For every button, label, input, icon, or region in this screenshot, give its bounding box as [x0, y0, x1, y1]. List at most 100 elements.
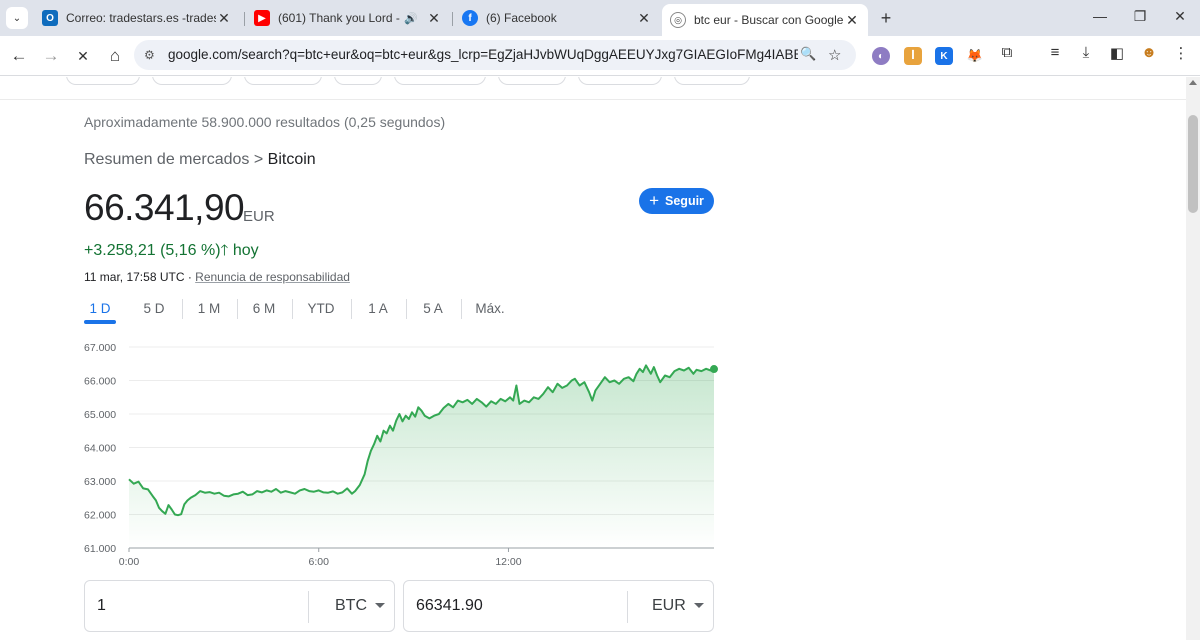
address-bar[interactable]: ⚙ google.com/search?q=btc+eur&oq=btc+eur…	[134, 40, 856, 70]
filter-chip[interactable]	[244, 77, 322, 85]
y-tick-label: 65.000	[84, 409, 116, 421]
quote-timestamp: 11 mar, 17:58 UTC · Renuncia de responsa…	[84, 270, 350, 284]
filter-chip[interactable]	[498, 77, 566, 85]
price-chart[interactable]: 67.000 66.000 65.000 64.000 63.000 62.000 61.0…	[80, 335, 720, 571]
change-value: +3.258,21 (5,16 %)	[84, 242, 221, 259]
close-tab-icon[interactable]: ✕	[636, 10, 652, 27]
filter-chip[interactable]	[334, 77, 382, 85]
minimize-button[interactable]: —	[1090, 8, 1110, 24]
page-content: Aproximadamente 58.900.000 resultados (0…	[0, 77, 1186, 640]
converter-divider	[308, 591, 309, 623]
y-tick-label: 67.000	[84, 342, 116, 354]
filter-chip[interactable]	[66, 77, 140, 85]
from-currency-select[interactable]: BTC	[335, 597, 367, 615]
download-icon[interactable]: ⤓	[1077, 44, 1095, 61]
minimize-icon: —	[1093, 8, 1107, 24]
range-1m[interactable]: 1 M	[193, 301, 225, 316]
caret-down-icon[interactable]	[694, 603, 704, 608]
forward-button[interactable]: →	[40, 45, 62, 67]
filter-chip[interactable]	[674, 77, 750, 85]
close-window-button[interactable]: ✕	[1170, 8, 1190, 25]
follow-button[interactable]: + Seguir	[639, 188, 714, 214]
range-5d[interactable]: 5 D	[138, 301, 170, 316]
y-tick-label: 61.000	[84, 543, 116, 555]
y-tick-label: 62.000	[84, 510, 116, 522]
range-divider	[351, 299, 352, 319]
converter-divider	[627, 591, 628, 623]
close-icon: ✕	[1174, 8, 1186, 24]
close-tab-icon[interactable]: ✕	[216, 10, 232, 27]
y-tick-label: 63.000	[84, 476, 116, 488]
filter-chip[interactable]	[578, 77, 662, 85]
zoom-icon[interactable]: 🔍	[800, 46, 816, 62]
scroll-up-icon[interactable]	[1189, 80, 1197, 85]
price-change: +3.258,21 (5,16 %)🡑 hoy	[84, 240, 259, 265]
range-1d[interactable]: 1 D	[84, 301, 116, 316]
arrow-up-icon: 🡑	[220, 242, 229, 259]
to-amount-input[interactable]: 66341.90	[416, 597, 483, 615]
range-max[interactable]: Máx.	[472, 301, 508, 316]
to-currency-select[interactable]: EUR	[652, 597, 686, 615]
range-divider	[237, 299, 238, 319]
plus-icon: +	[649, 191, 660, 210]
range-divider	[461, 299, 462, 319]
x-tick-label: 0:00	[119, 556, 140, 568]
page-scrollbar[interactable]	[1186, 77, 1200, 640]
restore-icon: ❐	[1133, 8, 1147, 24]
converter-from: 1 BTC	[84, 580, 395, 632]
close-tab-icon[interactable]: ✕	[844, 12, 860, 29]
tab-divider	[452, 12, 453, 26]
profile-avatar-icon[interactable]: ☻	[1140, 44, 1158, 61]
extension-k-icon[interactable]: K	[935, 47, 953, 65]
home-button[interactable]: ⌂	[104, 45, 126, 67]
tab-search-button[interactable]: ⌄	[6, 7, 28, 29]
browser-menu-icon[interactable]: ⋮	[1172, 44, 1190, 62]
speaker-icon[interactable]: 🔊	[404, 12, 418, 25]
stop-button[interactable]: ✕	[72, 45, 94, 67]
follow-label: Seguir	[665, 194, 704, 208]
filter-chip[interactable]	[152, 77, 232, 85]
from-amount-input[interactable]: 1	[97, 597, 106, 615]
tab-google-search[interactable]: ◎ btc eur - Buscar con Google ✕	[662, 4, 868, 36]
active-range-indicator	[84, 320, 116, 324]
result-stats: Aproximadamente 58.900.000 resultados (0…	[84, 114, 446, 130]
caret-down-icon[interactable]	[375, 603, 385, 608]
tab-title: (6) Facebook	[486, 11, 557, 25]
breadcrumb-root-link[interactable]: Resumen de mercados	[84, 151, 249, 168]
range-5a[interactable]: 5 A	[417, 301, 449, 316]
media-playlist-icon[interactable]: ≡	[1046, 44, 1064, 61]
y-axis-ticks: 67.000 66.000 65.000 64.000 63.000 62.000 61.0…	[84, 342, 116, 555]
browser-toolbar: ← → ✕ ⌂ ⚙ google.com/search?q=btc+eur&oq…	[0, 36, 1200, 76]
side-panel-icon[interactable]: ◧	[1108, 44, 1126, 62]
range-divider	[182, 299, 183, 319]
back-button[interactable]: ←	[8, 45, 30, 67]
url-text[interactable]: google.com/search?q=btc+eur&oq=btc+eur&g…	[168, 47, 798, 62]
close-tab-icon[interactable]: ✕	[426, 10, 442, 27]
stop-icon: ✕	[77, 48, 89, 64]
youtube-favicon-icon: ▶	[254, 10, 270, 26]
timestamp-text: 11 mar, 17:58 UTC ·	[84, 270, 196, 284]
scroll-thumb[interactable]	[1188, 115, 1198, 213]
tab-youtube[interactable]: ▶ (601) Thank you Lord - Bob 🔊 ✕	[246, 4, 450, 32]
disclaimer-link[interactable]: Renuncia de responsabilidad	[195, 270, 350, 284]
extension-2-icon[interactable]: ꟾ	[904, 47, 922, 65]
filter-chip[interactable]	[394, 77, 486, 85]
extension-1-icon[interactable]: ◐	[872, 47, 890, 65]
tab-outlook[interactable]: O Correo: tradestars.es -tradestars ✕	[34, 4, 240, 32]
arrow-left-icon: ←	[10, 46, 28, 65]
breadcrumb-separator: >	[249, 151, 268, 168]
range-1a[interactable]: 1 A	[362, 301, 394, 316]
new-tab-button[interactable]: +	[876, 8, 896, 29]
tab-facebook[interactable]: f (6) Facebook ✕	[454, 4, 660, 32]
header-divider	[0, 99, 1186, 100]
facebook-favicon-icon: f	[462, 10, 478, 26]
range-6m[interactable]: 6 M	[248, 301, 280, 316]
site-info-icon[interactable]: ⚙	[144, 48, 160, 62]
range-ytd[interactable]: YTD	[303, 301, 339, 316]
last-price-dot	[710, 365, 718, 374]
bookmark-star-icon[interactable]: ☆	[828, 46, 841, 64]
extensions-puzzle-icon[interactable]: ⧉	[998, 44, 1016, 61]
metamask-icon[interactable]: 🦊	[966, 47, 984, 65]
x-tick-label: 6:00	[309, 556, 330, 568]
restore-button[interactable]: ❐	[1130, 8, 1150, 25]
